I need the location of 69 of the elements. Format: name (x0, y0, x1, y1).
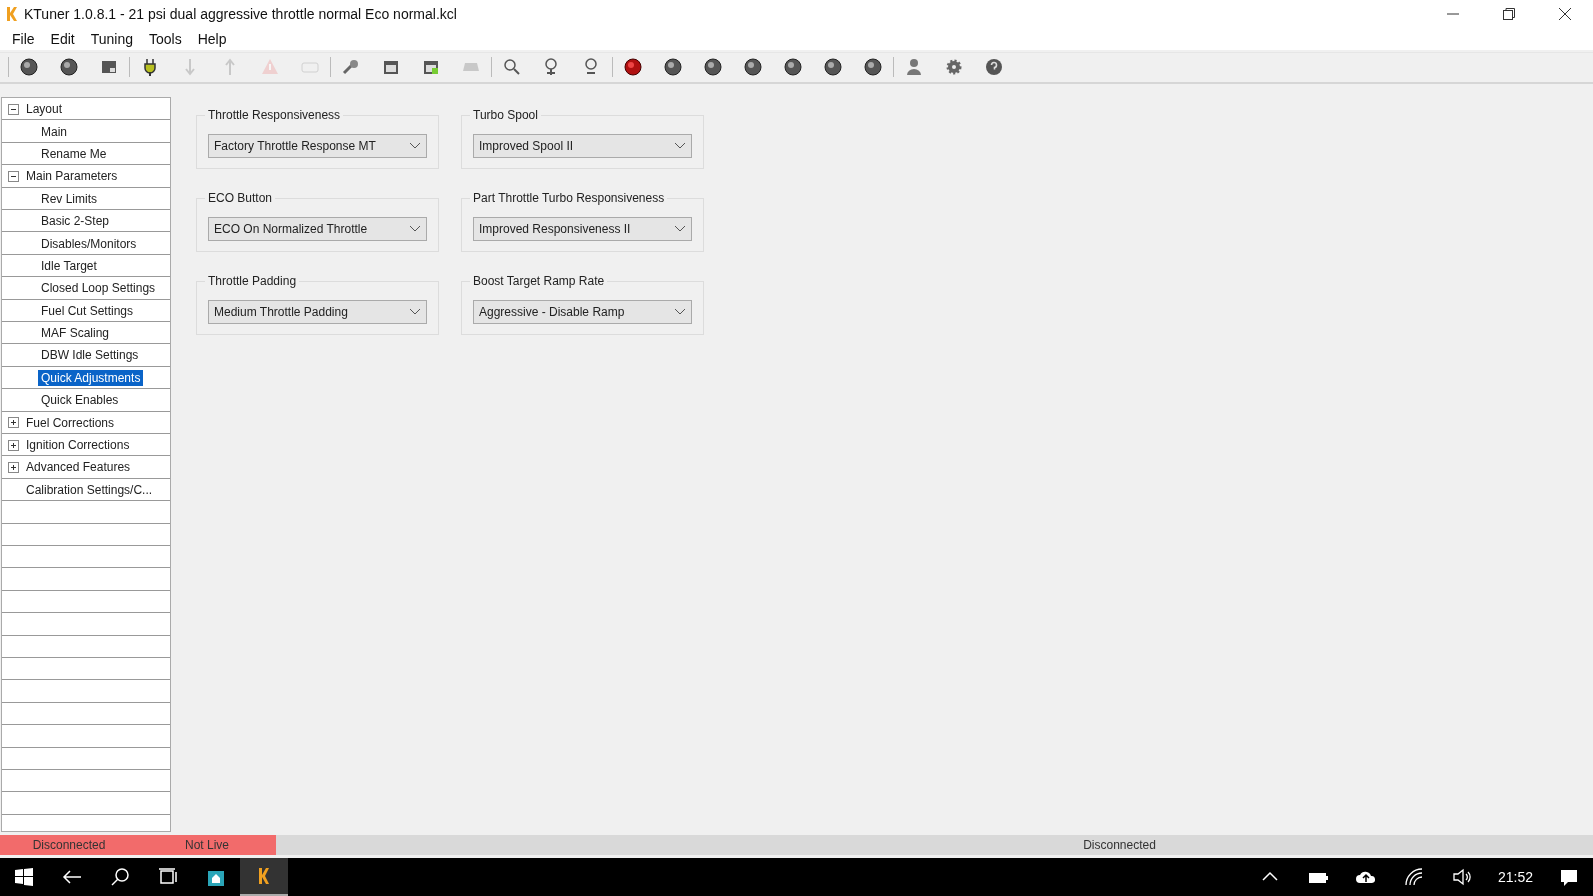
menu-item[interactable]: File (4, 28, 43, 49)
dropdown[interactable]: Improved Spool II (473, 134, 692, 158)
status-text: Not Live (138, 835, 276, 855)
tree-item[interactable]: Rename Me (38, 145, 110, 162)
volume-icon[interactable] (1450, 866, 1473, 888)
chevron-down-icon (674, 225, 686, 233)
round-button-icon[interactable] (663, 57, 683, 78)
menu-item[interactable]: Help (189, 28, 235, 49)
dropdown[interactable]: Factory Throttle Response MT (208, 134, 427, 158)
group-label: ECO Button (205, 191, 276, 205)
collapse-icon[interactable] (8, 103, 19, 115)
dropdown[interactable]: Improved Responsiveness II (473, 217, 692, 241)
dropdown[interactable]: ECO On Normalized Throttle (208, 217, 427, 241)
round-button-icon[interactable] (783, 57, 803, 78)
menu-item[interactable]: Tools (141, 28, 190, 49)
round-button-icon[interactable] (863, 57, 883, 78)
tree-item[interactable]: Quick Enables (38, 392, 122, 409)
group-label: Part Throttle Turbo Responsiveness (470, 191, 668, 205)
group-label: Throttle Responsiveness (205, 108, 344, 122)
status-text: Disconnected (1082, 837, 1157, 854)
clock-time[interactable]: 21:52 (1485, 869, 1545, 885)
tree-item[interactable]: Rev Limits (38, 190, 100, 207)
tree-item[interactable]: Fuel Corrections (23, 414, 118, 431)
group-label: Boost Target Ramp Rate (470, 274, 608, 288)
status-text: Disconnected (0, 835, 138, 855)
round-button-icon[interactable] (59, 57, 79, 78)
windows-start-icon[interactable] (13, 866, 35, 888)
menu-item[interactable]: Edit (42, 28, 83, 49)
record-icon[interactable] (623, 57, 643, 78)
tree-item[interactable]: DBW Idle Settings (38, 347, 142, 364)
chevron-down-icon (409, 142, 421, 150)
tree-item[interactable]: Advanced Features (23, 459, 134, 476)
search-icon[interactable] (109, 866, 131, 888)
tree-item[interactable]: Disables/Monitors (38, 235, 140, 252)
tree-item[interactable]: Ignition Corrections (23, 437, 133, 454)
dropdown[interactable]: Medium Throttle Padding (208, 300, 427, 324)
dropdown[interactable]: Aggressive - Disable Ramp (473, 300, 692, 324)
tree-item[interactable]: Calibration Settings/C... (23, 481, 156, 498)
tree-item[interactable]: Basic 2-Step (38, 213, 113, 230)
expand-icon[interactable] (8, 461, 19, 473)
group-label: Throttle Padding (205, 274, 300, 288)
round-button-icon[interactable] (703, 57, 723, 78)
expand-icon[interactable] (8, 417, 19, 429)
chevron-down-icon (409, 225, 421, 233)
tree-item[interactable]: Main Parameters (23, 168, 121, 185)
tree-item[interactable]: Main (38, 123, 70, 140)
restore-icon[interactable] (1501, 5, 1517, 22)
tree-item[interactable]: Layout (23, 101, 66, 118)
round-button-icon[interactable] (743, 57, 763, 78)
tree-item[interactable]: Fuel Cut Settings (38, 302, 137, 319)
chevron-down-icon (674, 308, 686, 316)
round-button-icon[interactable] (19, 57, 39, 78)
window-title: KTuner 1.0.8.1 - 21 psi dual aggressive throttle normal Eco normal.kcl (24, 5, 458, 22)
tree-item[interactable]: Quick Adjustments (38, 369, 144, 386)
person-icon[interactable] (904, 57, 924, 78)
close-icon[interactable] (1557, 5, 1573, 22)
chevron-down-icon (674, 142, 686, 150)
tree-item[interactable]: MAF Scaling (38, 325, 113, 342)
wifi-icon[interactable] (1402, 866, 1425, 888)
tree-item[interactable]: Closed Loop Settings (38, 280, 159, 297)
group-label: Turbo Spool (470, 108, 541, 122)
help-icon[interactable] (984, 57, 1004, 78)
collapse-icon[interactable] (8, 170, 19, 182)
round-button-icon[interactable] (823, 57, 843, 78)
chevron-down-icon (409, 308, 421, 316)
tree-item[interactable]: Idle Target (38, 257, 100, 274)
expand-icon[interactable] (8, 439, 19, 451)
menu-item[interactable]: Tuning (82, 28, 141, 49)
app-icon (6, 5, 18, 22)
